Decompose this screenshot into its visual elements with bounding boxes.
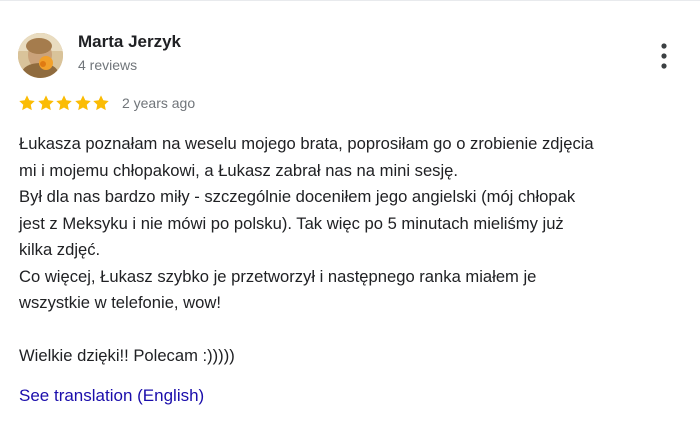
star-icon [93,95,110,111]
more-vert-icon [661,43,667,69]
author-name[interactable]: Marta Jerzyk [78,31,181,53]
star-icon [19,95,35,111]
more-options-button[interactable] [652,41,676,71]
review-text-line: kilka zdjęć. [19,240,101,259]
review-text-line: Co więcej, Łukasz szybko je przetworzył … [19,266,537,286]
see-translation-link[interactable]: See translation (English) [19,385,204,407]
avatar-photo-icon [18,33,63,78]
star-icon [37,95,54,111]
review-timestamp: 2 years ago [121,95,196,111]
review-text-line: wszystkie w telefonie, wow! [19,293,221,312]
author-info: Marta Jerzyk 4 reviews [78,31,181,75]
review-text: Łukasza poznałam na weselu mojego brata,… [19,131,689,370]
star-icon [56,95,72,111]
review-text-line: jest z Meksyku i nie mówi po polsku). Ta… [19,213,564,233]
review-text-line: Wielkie dzięki!! Polecam :))))) [19,346,235,365]
review-text-line: Był dla nas bardzo miły - szczególnie do… [19,187,576,206]
star-icon [75,95,91,111]
review-card: Marta Jerzyk 4 reviews 2 years ago Łukas… [0,0,700,424]
review-header: Marta Jerzyk 4 reviews [18,31,181,78]
author-review-count: 4 reviews [78,56,138,73]
review-text-line: mi i mojemu chłopakowi, a Łukasz zabrał … [19,160,459,180]
star-rating [18,94,111,112]
review-text-line: Łukasza poznałam na weselu mojego brata,… [19,134,594,153]
author-avatar[interactable] [18,33,63,78]
rating-row: 2 years ago [18,94,195,112]
